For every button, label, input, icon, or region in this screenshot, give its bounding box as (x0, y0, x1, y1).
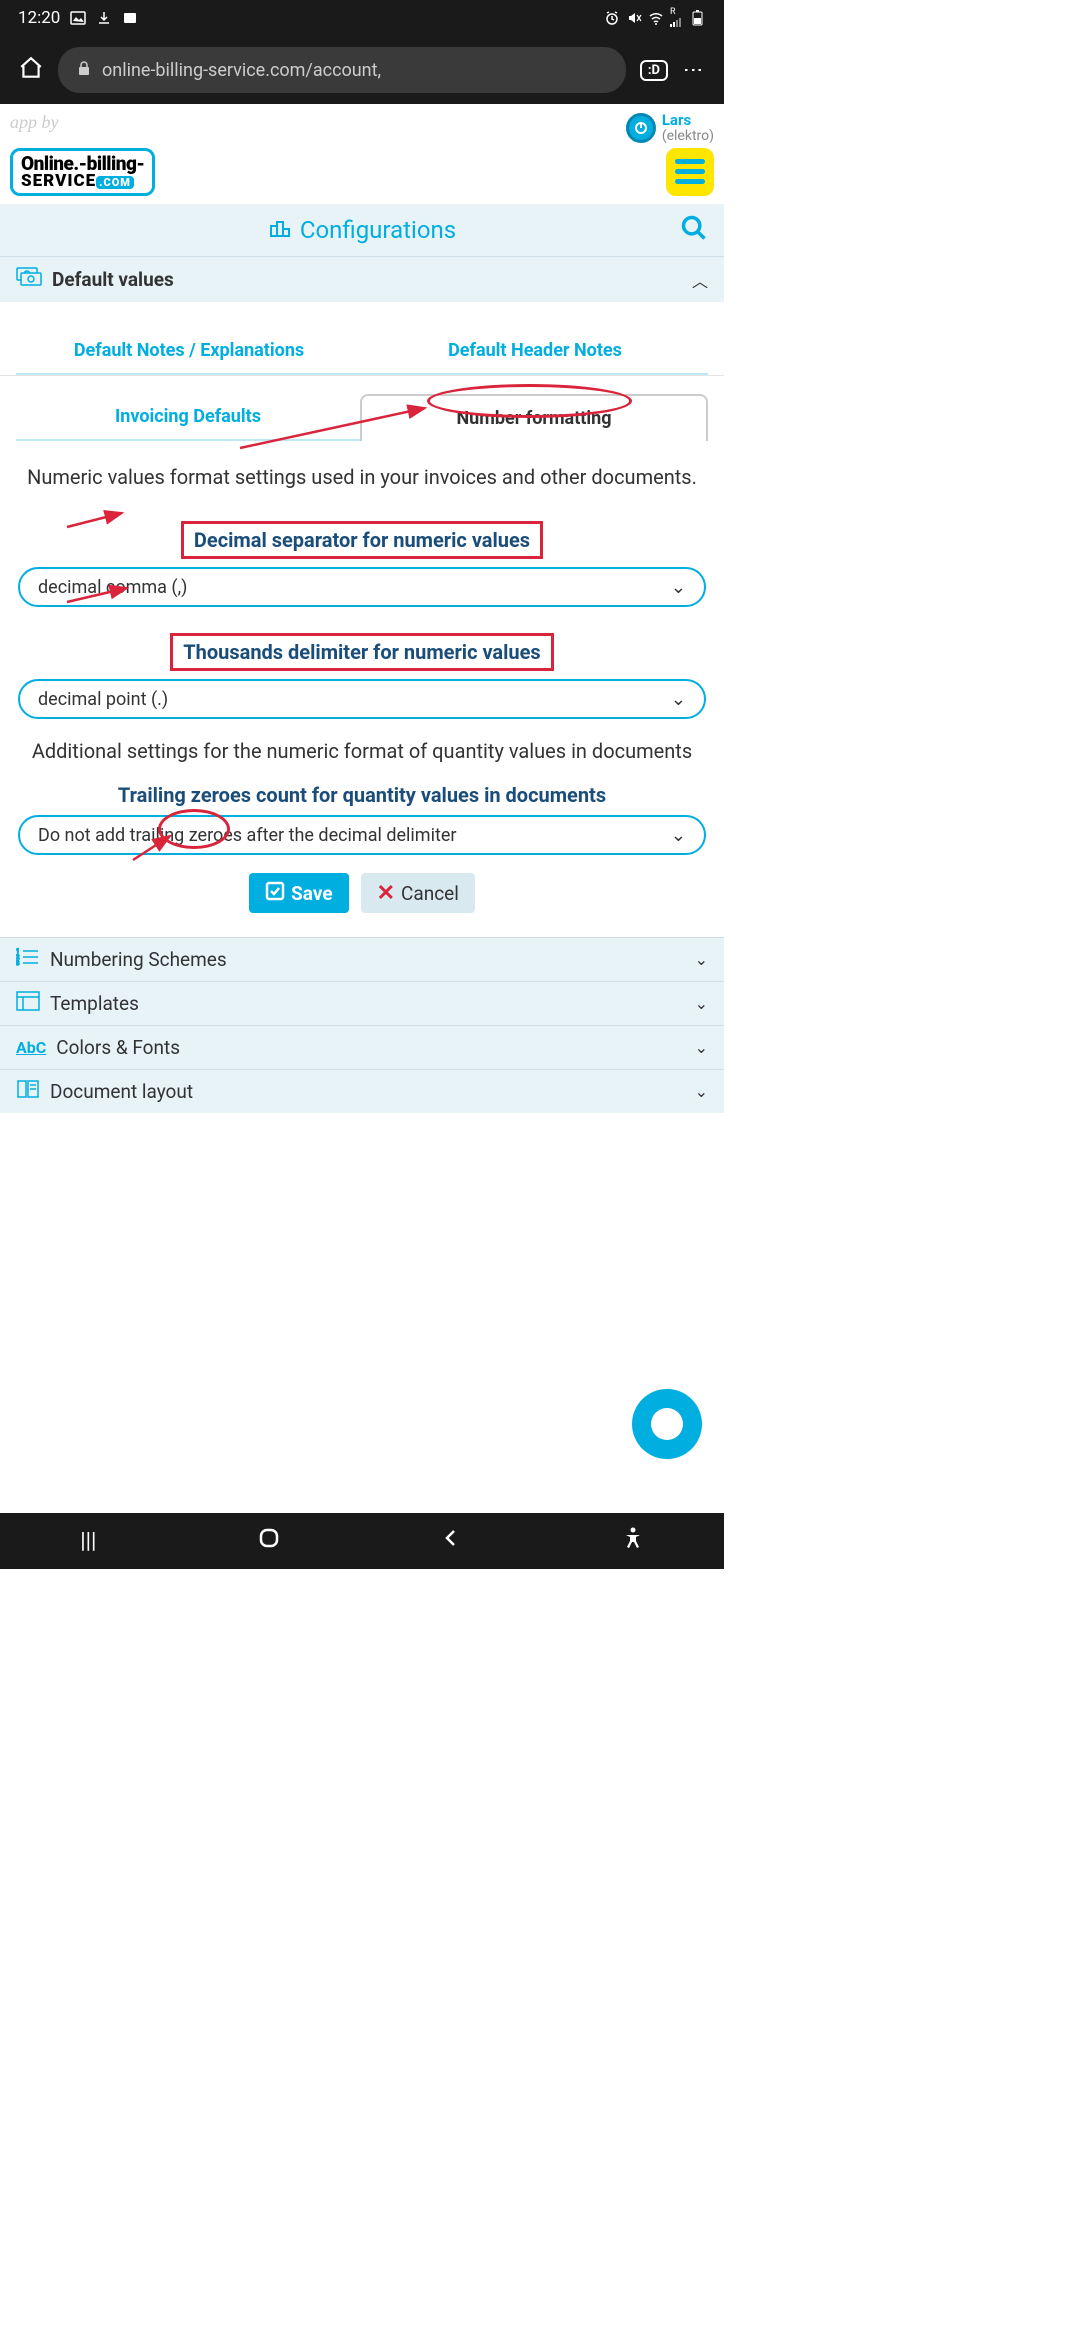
search-icon[interactable] (680, 214, 708, 246)
trailing-zeroes-label: Trailing zeroes count for quantity value… (20, 783, 704, 807)
user-block[interactable]: Lars (elektro) (626, 112, 714, 144)
chevron-down-icon: ⌄ (671, 577, 686, 598)
save-button[interactable]: Save (249, 873, 349, 913)
layout-icon (16, 1079, 40, 1104)
section-label: Numbering Schemes (50, 948, 227, 971)
user-name: Lars (662, 112, 714, 129)
browser-bar: online-billing-service.com/account, :D ⋮ (0, 36, 724, 104)
lock-icon (76, 60, 92, 81)
trailing-zeroes-select[interactable]: Do not add trailing zeroes after the dec… (18, 815, 706, 855)
config-title: Configurations (300, 216, 456, 244)
abc-icon: AbC (16, 1038, 46, 1057)
clock: 12:20 (18, 8, 60, 28)
cancel-button[interactable]: ✕ Cancel (361, 873, 475, 913)
section-default-values[interactable]: Default values ︿ (0, 256, 724, 302)
hamburger-menu[interactable] (666, 148, 714, 196)
chevron-down-icon: ⌄ (695, 950, 708, 969)
download-icon (96, 10, 112, 26)
chat-fab[interactable] (632, 1389, 702, 1459)
app-by-label: app by (10, 112, 59, 133)
money-icon (16, 267, 42, 292)
section-label: Colors & Fonts (56, 1036, 180, 1059)
chevron-down-icon: ⌄ (695, 994, 708, 1013)
tabs-row-1: Default Notes / Explanations Default Hea… (0, 328, 724, 376)
mute-icon (626, 10, 642, 26)
section-label: Document layout (50, 1080, 193, 1103)
status-right: R (604, 10, 706, 26)
back-icon[interactable] (441, 1528, 461, 1554)
alarm-icon (604, 10, 620, 26)
thousands-delimiter-label: Thousands delimiter for numeric values (170, 633, 553, 671)
status-left: 12:20 (18, 8, 138, 28)
decimal-separator-select[interactable]: decimal comma (,) ⌄ (18, 567, 706, 607)
status-bar: 12:20 R (0, 0, 724, 36)
chevron-down-icon: ⌄ (695, 1082, 708, 1101)
chat-bubble-icon (651, 1408, 683, 1440)
tab-number-formatting[interactable]: Number formatting (360, 394, 708, 441)
power-icon (626, 113, 656, 143)
check-icon (265, 881, 285, 906)
accessibility-icon[interactable] (622, 1527, 644, 1555)
cancel-label: Cancel (401, 882, 459, 905)
chevron-down-icon: ⌄ (671, 689, 686, 710)
logo-com: .com (96, 176, 134, 189)
card-icon (122, 10, 138, 26)
x-icon: ✕ (377, 881, 395, 906)
page-header: app by Lars (elektro) (0, 104, 724, 148)
svg-text:3: 3 (16, 960, 19, 967)
thousands-delimiter-select[interactable]: decimal point (.) ⌄ (18, 679, 706, 719)
section-colors-fonts[interactable]: AbC Colors & Fonts ⌄ (0, 1025, 724, 1069)
tabs-row-2: Invoicing Defaults Number formatting (0, 394, 724, 441)
tab-invoicing-defaults[interactable]: Invoicing Defaults (16, 394, 360, 441)
button-row: Save ✕ Cancel (0, 873, 724, 913)
signal-icon: R (670, 8, 684, 24)
section-numbering-schemes[interactable]: 123 Numbering Schemes ⌄ (0, 937, 724, 981)
tab-default-notes[interactable]: Default Notes / Explanations (16, 328, 362, 375)
form-description: Numeric values format settings used in y… (8, 463, 716, 491)
nav-bar: ||| (0, 1513, 724, 1569)
tab-header-notes[interactable]: Default Header Notes (362, 328, 708, 375)
section-label: Default values (52, 268, 174, 291)
menu-dots-icon[interactable]: ⋮ (682, 60, 706, 80)
template-icon (16, 991, 40, 1016)
list-icon: 123 (16, 947, 40, 972)
config-icon (268, 216, 292, 244)
recents-icon[interactable]: ||| (80, 1529, 96, 1554)
tabs-badge[interactable]: :D (640, 60, 668, 81)
home-icon[interactable] (18, 55, 44, 85)
url-text: online-billing-service.com/account, (102, 60, 381, 81)
save-label: Save (291, 882, 333, 905)
chevron-down-icon: ⌄ (695, 1038, 708, 1057)
home-nav-icon[interactable] (257, 1526, 281, 1556)
chevron-up-icon: ︿ (692, 268, 708, 292)
section-label: Templates (50, 992, 139, 1015)
logo-line2: SeRVice (21, 171, 96, 191)
form-description-2: Additional settings for the numeric form… (8, 737, 716, 765)
logo[interactable]: Online.-billing- SeRVice.com (10, 148, 155, 196)
chevron-down-icon: ⌄ (671, 825, 686, 846)
select-value: decimal comma (,) (38, 577, 187, 598)
user-company: (elektro) (662, 129, 714, 144)
image-icon (70, 10, 86, 26)
section-document-layout[interactable]: Document layout ⌄ (0, 1069, 724, 1113)
select-value: decimal point (.) (38, 689, 168, 710)
battery-icon (690, 10, 706, 26)
address-bar[interactable]: online-billing-service.com/account, (58, 47, 626, 93)
section-templates[interactable]: Templates ⌄ (0, 981, 724, 1025)
config-bar: Configurations (0, 204, 724, 256)
decimal-separator-label: Decimal separator for numeric values (181, 521, 543, 559)
header-row-2: Online.-billing- SeRVice.com (0, 148, 724, 204)
wifi-icon (648, 10, 664, 26)
select-value: Do not add trailing zeroes after the dec… (38, 825, 456, 846)
